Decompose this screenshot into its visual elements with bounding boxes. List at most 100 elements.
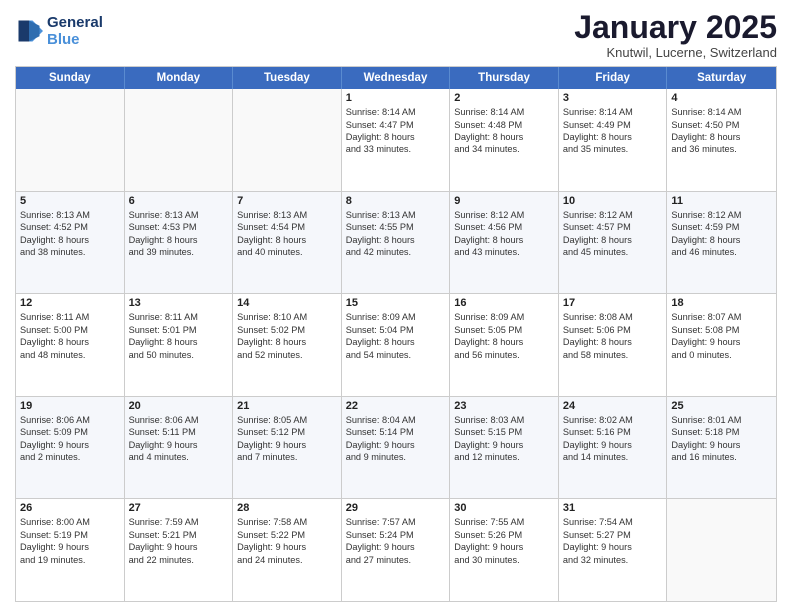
- empty-cell: [233, 89, 342, 191]
- day-number: 27: [129, 502, 229, 514]
- cell-line-2: Daylight: 9 hours: [671, 336, 772, 348]
- day-cell-6: 6Sunrise: 8:13 AMSunset: 4:53 PMDaylight…: [125, 192, 234, 294]
- cell-line-3: and 2 minutes.: [20, 451, 120, 463]
- cell-line-1: Sunset: 5:14 PM: [346, 426, 446, 438]
- cell-line-2: Daylight: 9 hours: [20, 439, 120, 451]
- cell-line-0: Sunrise: 8:01 AM: [671, 414, 772, 426]
- empty-cell: [125, 89, 234, 191]
- cell-line-3: and 46 minutes.: [671, 246, 772, 258]
- cell-line-1: Sunset: 5:27 PM: [563, 529, 663, 541]
- day-cell-23: 23Sunrise: 8:03 AMSunset: 5:15 PMDayligh…: [450, 397, 559, 499]
- header-day-friday: Friday: [559, 67, 668, 89]
- cell-line-1: Sunset: 4:52 PM: [20, 221, 120, 233]
- cell-line-2: Daylight: 9 hours: [346, 541, 446, 553]
- day-cell-5: 5Sunrise: 8:13 AMSunset: 4:52 PMDaylight…: [16, 192, 125, 294]
- day-number: 18: [671, 297, 772, 309]
- cell-line-3: and 0 minutes.: [671, 349, 772, 361]
- day-number: 29: [346, 502, 446, 514]
- cell-line-0: Sunrise: 8:13 AM: [346, 209, 446, 221]
- cell-line-0: Sunrise: 8:08 AM: [563, 311, 663, 323]
- cell-line-0: Sunrise: 8:12 AM: [454, 209, 554, 221]
- cell-line-1: Sunset: 4:54 PM: [237, 221, 337, 233]
- header-day-thursday: Thursday: [450, 67, 559, 89]
- day-number: 6: [129, 195, 229, 207]
- cell-line-2: Daylight: 9 hours: [454, 541, 554, 553]
- header-day-saturday: Saturday: [667, 67, 776, 89]
- cell-line-0: Sunrise: 8:11 AM: [129, 311, 229, 323]
- cell-line-0: Sunrise: 8:09 AM: [454, 311, 554, 323]
- day-cell-15: 15Sunrise: 8:09 AMSunset: 5:04 PMDayligh…: [342, 294, 451, 396]
- cell-line-0: Sunrise: 8:06 AM: [20, 414, 120, 426]
- cell-line-0: Sunrise: 8:12 AM: [563, 209, 663, 221]
- cell-line-1: Sunset: 5:01 PM: [129, 324, 229, 336]
- day-number: 25: [671, 400, 772, 412]
- day-cell-18: 18 Sunrise: 8:07 AMSunset: 5:08 PMDayligh…: [667, 294, 776, 396]
- cell-line-2: Daylight: 9 hours: [129, 541, 229, 553]
- day-cell-29: 29Sunrise: 7:57 AMSunset: 5:24 PMDayligh…: [342, 499, 451, 601]
- day-cell-3: 3Sunrise: 8:14 AMSunset: 4:49 PMDaylight…: [559, 89, 668, 191]
- day-number: 30: [454, 502, 554, 514]
- day-cell-22: 22Sunrise: 8:04 AMSunset: 5:14 PMDayligh…: [342, 397, 451, 499]
- day-number: 5: [20, 195, 120, 207]
- calendar-header: SundayMondayTuesdayWednesdayThursdayFrid…: [16, 67, 776, 89]
- cell-line-2: Daylight: 9 hours: [671, 439, 772, 451]
- cell-line-3: and 19 minutes.: [20, 554, 120, 566]
- cell-line-3: and 54 minutes.: [346, 349, 446, 361]
- cell-line-3: and 58 minutes.: [563, 349, 663, 361]
- cell-line-1: Sunset: 5:08 PM: [671, 324, 772, 336]
- cell-line-3: and 12 minutes.: [454, 451, 554, 463]
- cell-line-1: Sunset: 4:55 PM: [346, 221, 446, 233]
- cell-line-2: Daylight: 8 hours: [454, 336, 554, 348]
- cell-line-2: Daylight: 8 hours: [454, 131, 554, 143]
- cell-line-3: and 35 minutes.: [563, 143, 663, 155]
- day-cell-31: 31Sunrise: 7:54 AMSunset: 5:27 PMDayligh…: [559, 499, 668, 601]
- cell-line-3: and 7 minutes.: [237, 451, 337, 463]
- cell-line-2: Daylight: 8 hours: [563, 131, 663, 143]
- day-number: 14: [237, 297, 337, 309]
- cell-line-2: Daylight: 8 hours: [20, 336, 120, 348]
- cell-line-3: and 40 minutes.: [237, 246, 337, 258]
- day-cell-13: 13Sunrise: 8:11 AMSunset: 5:01 PMDayligh…: [125, 294, 234, 396]
- cell-line-2: Daylight: 8 hours: [454, 234, 554, 246]
- cell-line-0: Sunrise: 8:14 AM: [346, 106, 446, 118]
- day-cell-16: 16Sunrise: 8:09 AMSunset: 5:05 PMDayligh…: [450, 294, 559, 396]
- cell-line-3: and 30 minutes.: [454, 554, 554, 566]
- cell-line-0: Sunrise: 8:00 AM: [20, 516, 120, 528]
- cell-line-3: and 34 minutes.: [454, 143, 554, 155]
- day-cell-9: 9Sunrise: 8:12 AMSunset: 4:56 PMDaylight…: [450, 192, 559, 294]
- day-cell-19: 19Sunrise: 8:06 AMSunset: 5:09 PMDayligh…: [16, 397, 125, 499]
- cell-line-2: Daylight: 8 hours: [346, 234, 446, 246]
- cell-line-0: Sunrise: 8:14 AM: [454, 106, 554, 118]
- day-number: 19: [20, 400, 120, 412]
- cell-line-1: Sunset: 5:24 PM: [346, 529, 446, 541]
- day-number: 21: [237, 400, 337, 412]
- cell-line-0: Sunrise: 8:02 AM: [563, 414, 663, 426]
- cell-line-0: Sunrise: 8:07 AM: [671, 311, 772, 323]
- cell-line-1: Sunset: 4:56 PM: [454, 221, 554, 233]
- cell-line-3: and 32 minutes.: [563, 554, 663, 566]
- cell-line-2: Daylight: 8 hours: [237, 234, 337, 246]
- cell-line-1: Sunset: 5:19 PM: [20, 529, 120, 541]
- page: General Blue January 2025 Knutwil, Lucer…: [0, 0, 792, 612]
- day-number: 1: [346, 92, 446, 104]
- cell-line-3: and 43 minutes.: [454, 246, 554, 258]
- day-number: 23: [454, 400, 554, 412]
- cell-line-0: Sunrise: 8:14 AM: [671, 106, 772, 118]
- cell-line-0: Sunrise: 7:58 AM: [237, 516, 337, 528]
- logo-icon: [15, 17, 43, 45]
- cell-line-1: Sunset: 5:18 PM: [671, 426, 772, 438]
- cell-line-2: Daylight: 8 hours: [129, 234, 229, 246]
- cell-line-1: Sunset: 5:16 PM: [563, 426, 663, 438]
- cell-line-3: and 50 minutes.: [129, 349, 229, 361]
- cell-line-2: Daylight: 9 hours: [237, 541, 337, 553]
- day-cell-17: 17Sunrise: 8:08 AMSunset: 5:06 PMDayligh…: [559, 294, 668, 396]
- cell-line-1: Sunset: 5:06 PM: [563, 324, 663, 336]
- logo: General Blue: [15, 14, 103, 49]
- week-row-3: 12Sunrise: 8:11 AMSunset: 5:00 PMDayligh…: [16, 294, 776, 397]
- day-cell-4: 4Sunrise: 8:14 AMSunset: 4:50 PMDaylight…: [667, 89, 776, 191]
- cell-line-0: Sunrise: 8:12 AM: [671, 209, 772, 221]
- cell-line-3: and 33 minutes.: [346, 143, 446, 155]
- cell-line-3: and 56 minutes.: [454, 349, 554, 361]
- cell-line-3: and 38 minutes.: [20, 246, 120, 258]
- cell-line-1: Sunset: 5:26 PM: [454, 529, 554, 541]
